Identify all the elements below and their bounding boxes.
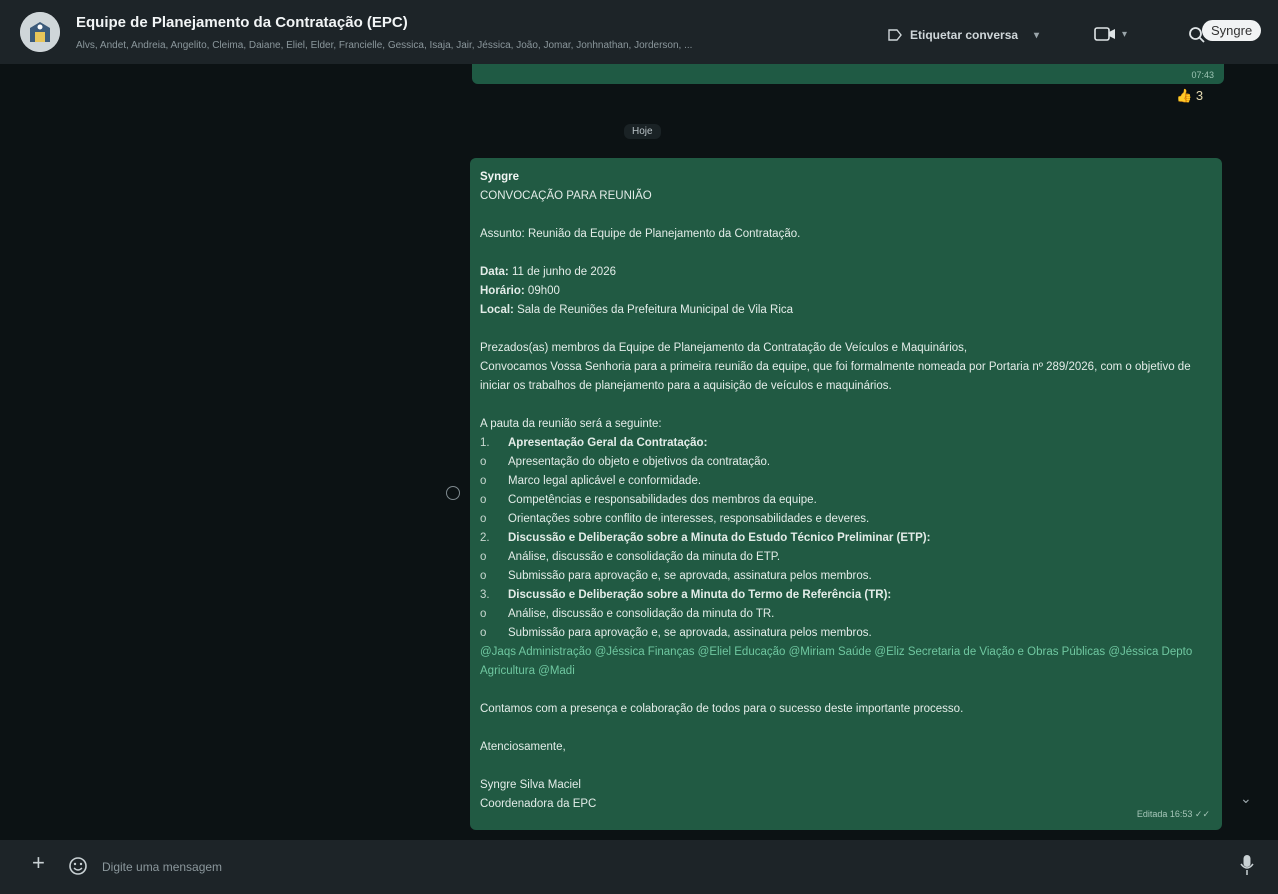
react-emoji-icon[interactable] (446, 486, 460, 500)
agenda-marker: 2. (480, 532, 490, 544)
agenda-text: Análise, discussão e consolidação da min… (508, 551, 781, 563)
composer: + (0, 840, 1278, 894)
agenda-text: Discussão e Deliberação sobre a Minuta d… (508, 532, 931, 544)
label-icon (888, 29, 902, 41)
agenda-text: Submissão para aprovação e, se aprovada,… (508, 570, 872, 582)
reaction-badge[interactable]: 👍 3 (1176, 88, 1203, 104)
date-label: Data: (480, 266, 509, 278)
reaction-count: 3 (1195, 88, 1204, 103)
time-value: 09h00 (524, 285, 560, 297)
message-greeting: Prezados(as) membros da Equipe de Planej… (480, 342, 968, 354)
chat-header: Equipe de Planejamento da Contratação (E… (0, 0, 1278, 64)
message-input[interactable] (100, 852, 1204, 882)
agenda-marker: o (480, 475, 487, 487)
message-heading: CONVOCAÇÃO PARA REUNIÃO (480, 190, 652, 202)
agenda-text: Submissão para aprovação e, se aprovada,… (508, 627, 872, 639)
message-sender: Syngre (480, 171, 519, 183)
sticker-icon[interactable] (68, 856, 88, 881)
message-regards: Atenciosamente, (480, 741, 566, 753)
agenda-text: Apresentação Geral da Contratação: (508, 437, 708, 449)
agenda-item: o Orientações sobre conflito de interesse… (480, 510, 1212, 529)
time-label: Horário: (480, 285, 525, 297)
agenda-marker: 3. (480, 589, 490, 601)
agenda-item: o Competências e responsabilidades dos me… (480, 491, 1212, 510)
agenda-item: 1. Apresentação Geral da Contratação: (480, 434, 1212, 453)
video-camera-icon (1094, 27, 1115, 41)
agenda-item: o Análise, discussão e consolidação da mi… (480, 605, 1212, 624)
agenda-text: Marco legal aplicável e conformidade. (508, 475, 702, 487)
agenda-text: Orientações sobre conflito de interesses… (508, 513, 870, 525)
message-closing: Contamos com a presença e colaboração de… (480, 703, 964, 715)
group-members[interactable]: Alvs, Andet, Andreia, Angelito, Cleima, … (76, 40, 866, 51)
group-title[interactable]: Equipe de Planejamento da Contratação (E… (76, 14, 408, 31)
meeting-date: Data: 11 de junho de 2026 (480, 263, 1212, 282)
video-call-button[interactable]: ▾ (1094, 26, 1127, 42)
agenda-marker: o (480, 494, 487, 506)
agenda-marker: o (480, 608, 487, 620)
agenda-text: Apresentação do objeto e objetivos da co… (508, 456, 771, 468)
agenda-marker: o (480, 551, 487, 563)
agenda-item: o Análise, discussão e consolidação da mi… (480, 548, 1212, 567)
place-label: Local: (480, 304, 514, 316)
thumbs-up-icon: 👍 (1176, 88, 1193, 103)
place-value: Sala de Reuniões da Prefeitura Municipal… (513, 304, 794, 316)
agenda-marker: o (480, 513, 487, 525)
message-bubble[interactable]: Syngre CONVOCAÇÃO PARA REUNIÃO Assunto: … (470, 158, 1222, 830)
microphone-icon[interactable] (1240, 854, 1254, 881)
day-separator: Hoje (624, 124, 661, 139)
message-body: Convocamos Vossa Senhoria para a primeir… (480, 361, 1191, 392)
agenda-intro: A pauta da reunião será a seguinte: (480, 418, 662, 430)
group-avatar[interactable] (20, 12, 60, 52)
signature-name: Syngre Silva Maciel (480, 779, 581, 791)
message-list[interactable]: 07:43 👍 3 Hoje Syngre CONVOCAÇÃO PARA RE… (0, 64, 1278, 840)
group-crest-icon (20, 12, 60, 52)
meeting-time: Horário: 09h00 (480, 282, 1212, 301)
agenda-item: 2. Discussão e Deliberação sobre a Minuta… (480, 529, 1212, 548)
meeting-place: Local: Sala de Reuniões da Prefeitura Mu… (480, 301, 1212, 320)
tag-conversation-label: Etiquetar conversa (910, 28, 1019, 42)
agenda-text: Competências e responsabilidades dos mem… (508, 494, 817, 506)
agenda-marker: o (480, 570, 487, 582)
chevron-down-icon: ▾ (1034, 29, 1040, 41)
previous-message-bubble[interactable]: 07:43 (472, 64, 1224, 84)
agenda-marker: 1. (480, 437, 490, 449)
agenda-list: 1. Apresentação Geral da Contratação: o Apr… (480, 434, 1212, 643)
agenda-item: o Submissão para aprovação e, se aprovada… (480, 624, 1212, 643)
agenda-item: 3. Discussão e Deliberação sobre a Minuta… (480, 586, 1212, 605)
user-badge: Syngre (1202, 20, 1262, 41)
message-meta: Editada 16:53 ✓✓ (1136, 809, 1210, 819)
attach-plus-icon[interactable]: + (32, 850, 45, 876)
mentions[interactable]: @Jaqs Administração @Jéssica Finanças @E… (480, 643, 1212, 681)
chevron-down-icon: ▾ (1122, 28, 1128, 40)
scroll-down-icon[interactable]: ⌄ (1240, 790, 1252, 807)
message-subject: Assunto: Reunião da Equipe de Planejamen… (480, 228, 801, 240)
agenda-item: o Apresentação do objeto e objetivos da c… (480, 453, 1212, 472)
message-time: 07:43 (1191, 70, 1214, 80)
agenda-text: Análise, discussão e consolidação da min… (508, 608, 775, 620)
agenda-item: o Submissão para aprovação e, se aprovada… (480, 567, 1212, 586)
agenda-marker: o (480, 456, 487, 468)
agenda-text: Discussão e Deliberação sobre a Minuta d… (508, 589, 892, 601)
signature-role: Coordenadora da EPC (480, 798, 597, 810)
agenda-marker: o (480, 627, 487, 639)
tag-conversation-button[interactable]: Etiquetar conversa ▾ (888, 28, 1039, 42)
date-value: 11 de junho de 2026 (508, 266, 616, 278)
agenda-item: o Marco legal aplicável e conformidade. (480, 472, 1212, 491)
